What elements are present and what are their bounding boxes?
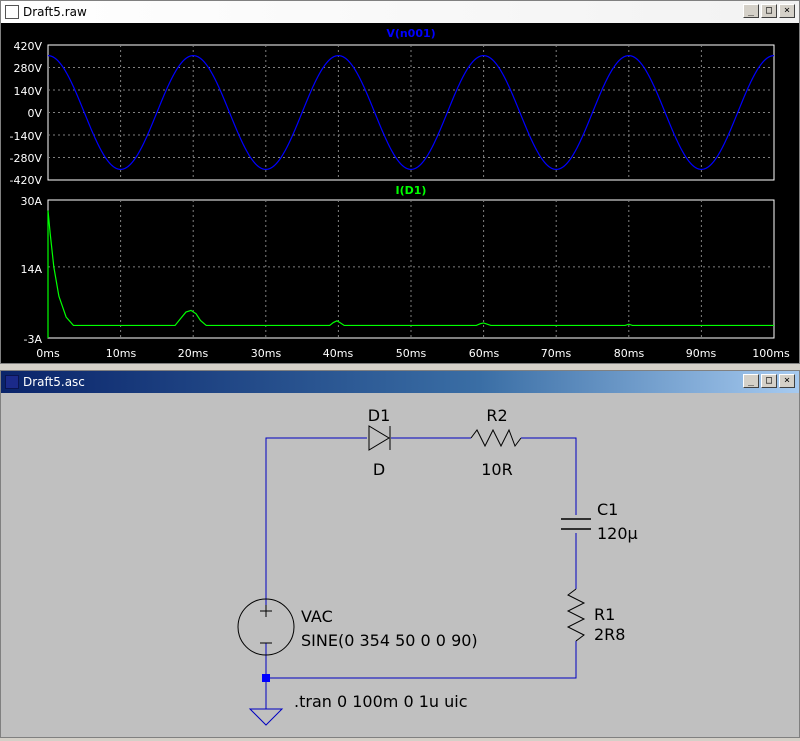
junction-node[interactable] — [262, 674, 270, 682]
schematic-window: Draft5.asc _ □ × D1 D R2 10R C1 120µ R1 … — [0, 370, 800, 738]
schematic-drawing[interactable]: D1 D R2 10R C1 120µ R1 2R8 VAC SINE(0 35… — [1, 393, 799, 737]
waveform-plot[interactable]: V(n001) 420V 280V 140V 0V -140V -280V -4… — [1, 23, 799, 363]
c1-value[interactable]: 120µ — [597, 524, 638, 543]
xtick-label: 80ms — [614, 347, 645, 360]
schematic-app-icon — [5, 375, 19, 389]
xtick-label: 50ms — [396, 347, 427, 360]
pane2-ytick: 30A — [20, 195, 42, 208]
pane1-title[interactable]: V(n001) — [386, 27, 435, 40]
waveform-app-icon — [5, 5, 19, 19]
resistor-r1[interactable] — [566, 588, 586, 642]
close-button[interactable]: × — [779, 374, 795, 388]
pane2-title[interactable]: I(D1) — [396, 184, 427, 197]
spice-directive[interactable]: .tran 0 100m 0 1u uic — [294, 692, 468, 711]
xtick-label: 0ms — [36, 347, 60, 360]
pane1-ytick: -420V — [10, 174, 43, 187]
voltage-trace[interactable] — [47, 55, 775, 170]
close-button[interactable]: × — [779, 4, 795, 18]
r1-name[interactable]: R1 — [594, 605, 615, 624]
schematic-window-title: Draft5.asc — [23, 375, 85, 389]
plot-area[interactable]: V(n001) 420V 280V 140V 0V -140V -280V -4… — [1, 23, 799, 363]
pane2-grid — [48, 200, 774, 338]
schematic-titlebar[interactable]: Draft5.asc _ □ × — [1, 371, 799, 393]
xtick-label: 60ms — [469, 347, 500, 360]
r2-value[interactable]: 10R — [481, 460, 512, 479]
pane1-ytick: 420V — [13, 40, 42, 53]
xtick-label: 10ms — [106, 347, 137, 360]
maximize-button[interactable]: □ — [761, 4, 777, 18]
xtick-label: 90ms — [686, 347, 717, 360]
capacitor-c1[interactable] — [561, 518, 591, 530]
r1-value[interactable]: 2R8 — [594, 625, 625, 644]
minimize-button[interactable]: _ — [743, 374, 759, 388]
pane1-ytick: 280V — [13, 62, 42, 75]
wires[interactable] — [265, 437, 577, 709]
waveform-window: Draft5.raw _ □ × V(n001) 420V 280V 140V … — [0, 0, 800, 364]
r2-name[interactable]: R2 — [486, 406, 507, 425]
xtick-label: 30ms — [251, 347, 282, 360]
pane1-ytick: 0V — [27, 107, 42, 120]
pane1-ytick: -140V — [10, 130, 43, 143]
xtick-label: 20ms — [178, 347, 209, 360]
pane1-ytick: 140V — [13, 85, 42, 98]
pane2-y-axis: 30A 14A -3A — [20, 195, 42, 346]
ground-icon[interactable] — [248, 708, 284, 726]
x-axis: 0ms 10ms 20ms 30ms 40ms 50ms 60ms 70ms 8… — [36, 347, 790, 360]
pane1-ytick: -280V — [10, 152, 43, 165]
minimize-button[interactable]: _ — [743, 4, 759, 18]
maximize-button[interactable]: □ — [761, 374, 777, 388]
waveform-titlebar[interactable]: Draft5.raw _ □ × — [1, 1, 799, 23]
pane1-y-axis: 420V 280V 140V 0V -140V -280V -420V — [10, 40, 43, 187]
schematic-canvas[interactable]: D1 D R2 10R C1 120µ R1 2R8 VAC SINE(0 35… — [1, 393, 799, 737]
xtick-label: 40ms — [323, 347, 354, 360]
wire[interactable] — [265, 437, 367, 611]
current-trace[interactable] — [47, 210, 774, 338]
xtick-label: 100ms — [752, 347, 790, 360]
waveform-window-title: Draft5.raw — [23, 5, 87, 19]
resistor-r2[interactable] — [470, 428, 522, 448]
wire[interactable] — [521, 437, 577, 515]
vac-value[interactable]: SINE(0 354 50 0 0 90) — [301, 631, 478, 650]
d1-value[interactable]: D — [373, 460, 385, 479]
d1-name[interactable]: D1 — [368, 406, 391, 425]
xtick-label: 70ms — [541, 347, 572, 360]
c1-name[interactable]: C1 — [597, 500, 618, 519]
pane2-ytick: -3A — [24, 333, 43, 346]
vac-name[interactable]: VAC — [301, 607, 333, 626]
pane2-ytick: 14A — [20, 263, 42, 276]
diode-d1[interactable] — [368, 425, 391, 451]
